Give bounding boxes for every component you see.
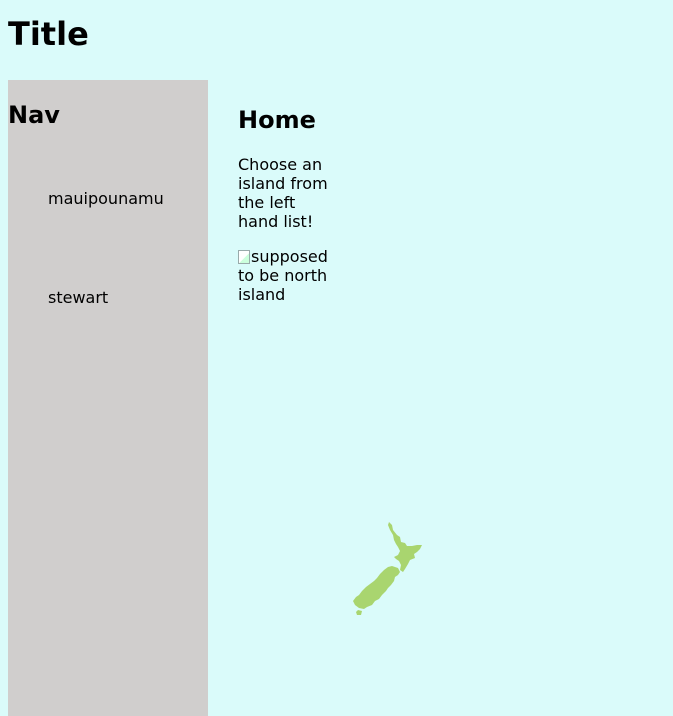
nav-sidebar: Nav mauipounamu stewart	[8, 80, 208, 716]
new-zealand-map-icon	[353, 522, 422, 615]
broken-image: supposed to be north island	[238, 247, 334, 304]
nav-heading: Nav	[8, 101, 60, 129]
nav-item-mauipounamu[interactable]: mauipounamu	[48, 189, 164, 209]
main-heading: Home	[238, 106, 316, 134]
nav-item-stewart[interactable]: stewart	[48, 288, 108, 308]
north-island-shape	[388, 522, 422, 572]
page: Title Nav mauipounamu stewart Home Choos…	[0, 0, 673, 716]
site-title: Title	[8, 15, 89, 53]
image-alt-text: supposed to be north island	[238, 247, 328, 304]
intro-text: Choose an island from the left hand list…	[238, 155, 328, 231]
south-island-shape	[353, 566, 400, 609]
broken-image-icon	[238, 250, 250, 264]
stewart-island-shape	[356, 610, 362, 615]
